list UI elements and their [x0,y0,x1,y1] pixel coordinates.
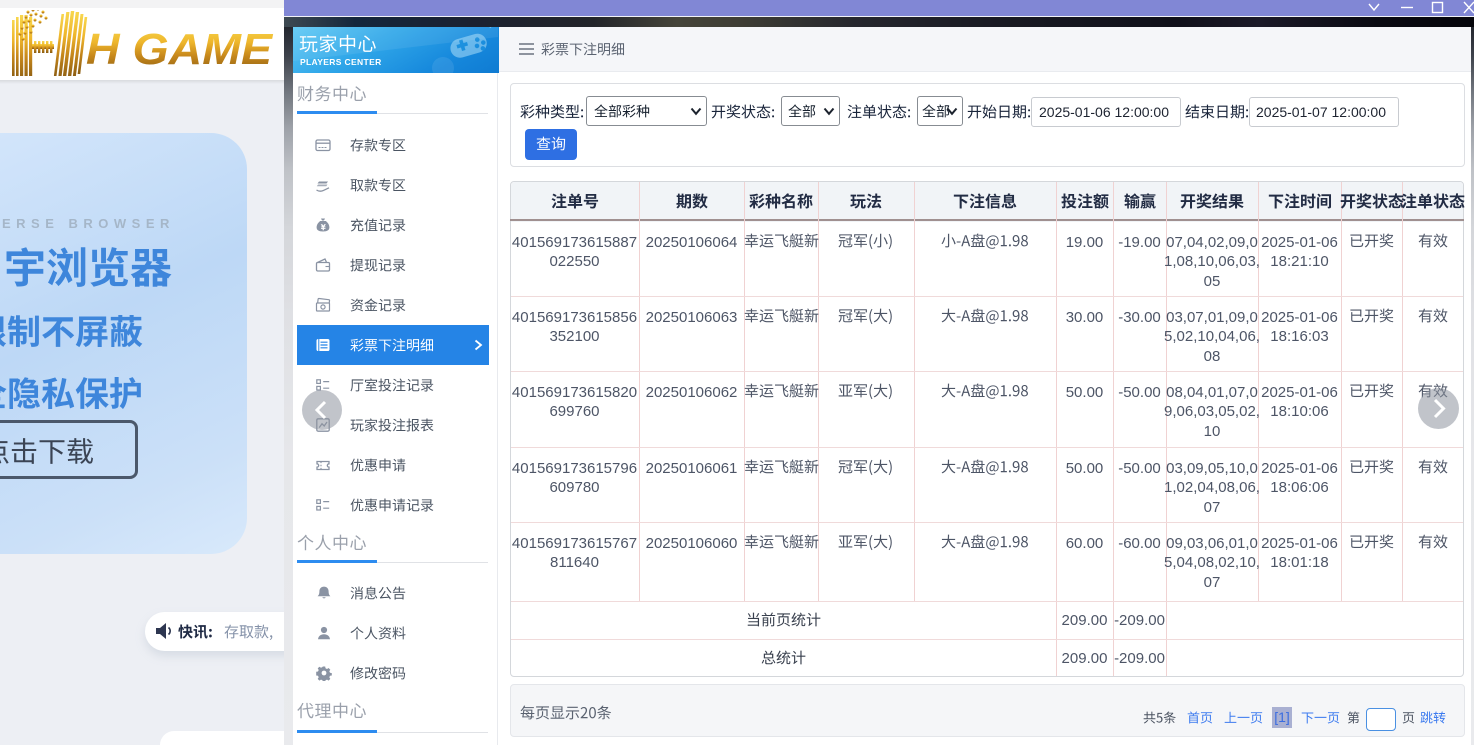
svg-text:H GAME: H GAME [86,25,274,74]
